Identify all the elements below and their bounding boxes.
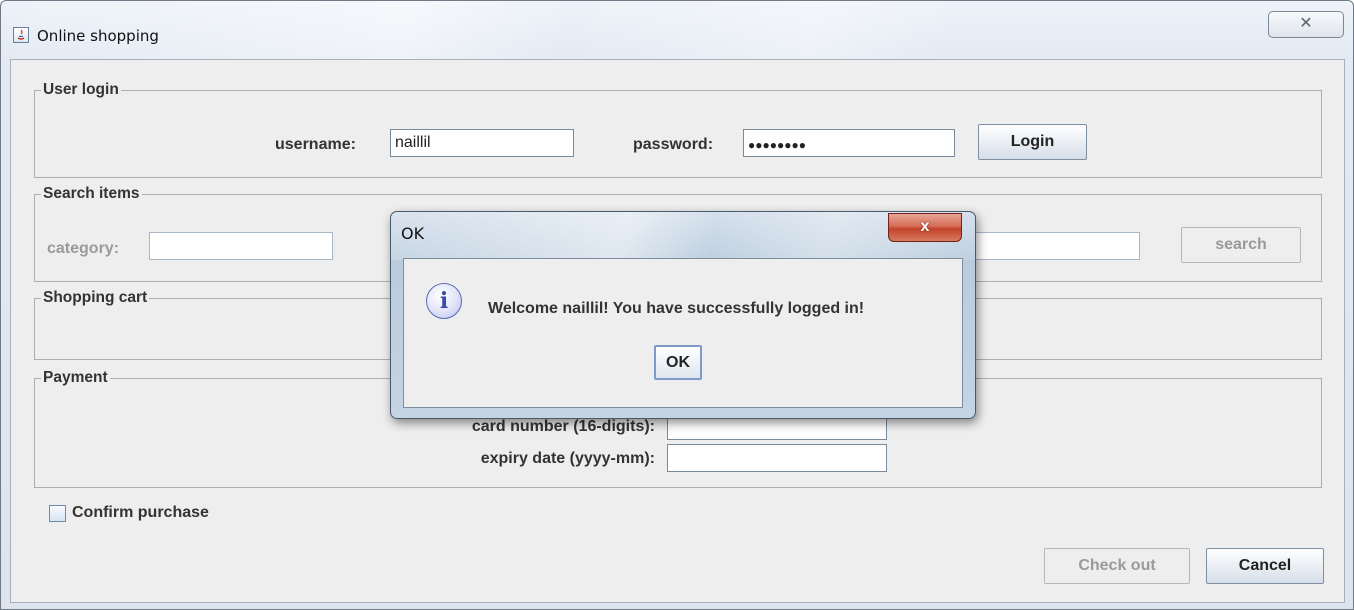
- search-button[interactable]: search: [1181, 227, 1301, 263]
- expiry-date-label: expiry date (yyyy-mm):: [480, 450, 655, 467]
- username-input[interactable]: naillil: [390, 129, 574, 157]
- search-items-title: Search items: [41, 185, 142, 203]
- user-login-group: User login username: naillil password: ●…: [34, 81, 1322, 178]
- window-title: Online shopping: [37, 27, 159, 45]
- check-out-button[interactable]: Check out: [1044, 548, 1190, 584]
- shopping-cart-title: Shopping cart: [41, 289, 150, 307]
- app-window: Online shopping ✕ User login username: n…: [0, 0, 1354, 610]
- expiry-date-input[interactable]: [667, 444, 887, 472]
- window-close-button[interactable]: ✕: [1268, 11, 1344, 38]
- dialog-title: OK: [401, 224, 425, 243]
- cancel-button[interactable]: Cancel: [1206, 548, 1324, 584]
- login-button[interactable]: Login: [978, 124, 1087, 160]
- confirm-purchase-label[interactable]: Confirm purchase: [72, 503, 209, 523]
- title-bar[interactable]: Online shopping ✕: [1, 1, 1353, 59]
- dialog-ok-button[interactable]: OK: [654, 345, 702, 380]
- username-label: username:: [275, 136, 356, 153]
- dialog-body: i Welcome naillil! You have successfully…: [403, 258, 963, 408]
- category-input[interactable]: [149, 232, 333, 260]
- dialog-message: Welcome naillil! You have successfully l…: [488, 300, 865, 317]
- password-label: password:: [633, 136, 714, 153]
- java-app-icon: [13, 27, 29, 43]
- card-number-label: card number (16-digits):: [471, 418, 655, 435]
- confirm-purchase-checkbox[interactable]: [49, 505, 66, 522]
- user-login-title: User login: [41, 81, 121, 99]
- password-input[interactable]: ●●●●●●●●: [743, 129, 955, 157]
- payment-title: Payment: [41, 369, 110, 387]
- category-label: category:: [47, 240, 120, 257]
- close-icon: x: [920, 218, 930, 235]
- info-icon: i: [426, 283, 462, 319]
- title-bar-gloss: [1, 1, 1353, 59]
- dialog-close-button[interactable]: x: [888, 213, 962, 242]
- ok-dialog: OK x i Welcome naillil! You have success…: [390, 211, 976, 419]
- close-icon: ✕: [1299, 15, 1313, 32]
